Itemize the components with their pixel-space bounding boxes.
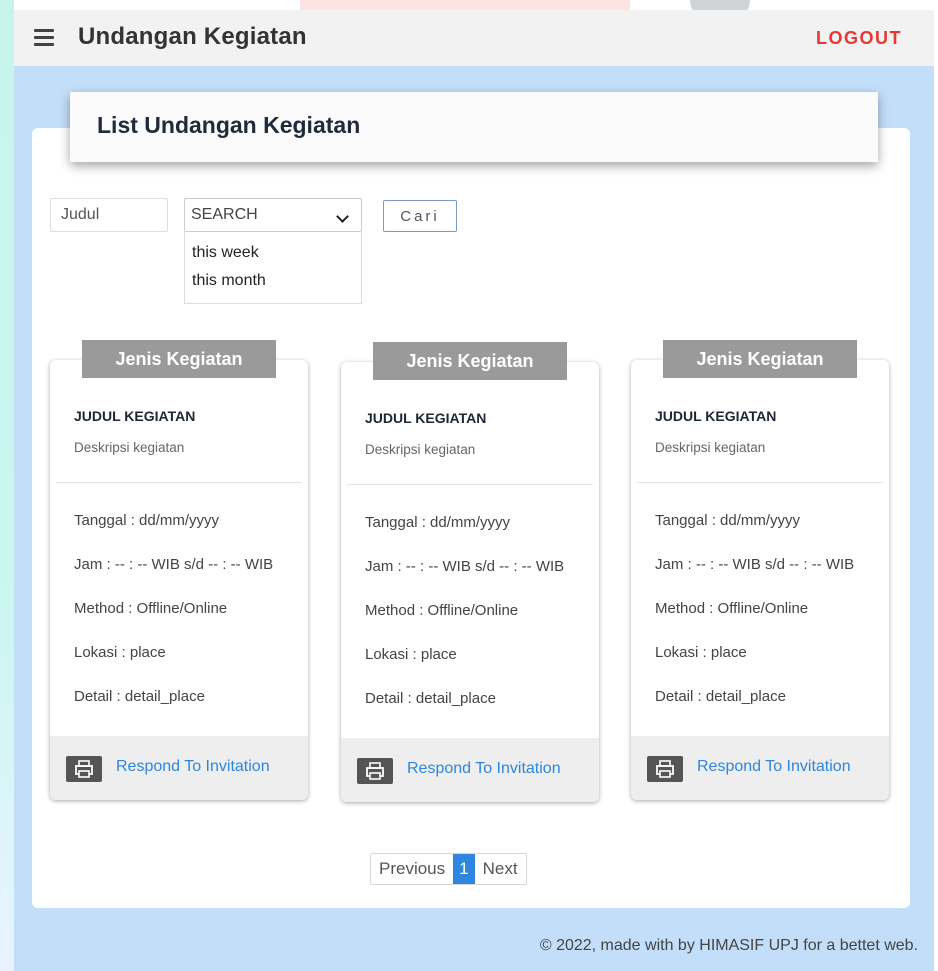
respond-invitation-link[interactable]: Respond To Invitation [697, 758, 851, 776]
event-method: Method : Offline/Online [655, 600, 809, 617]
event-description: Deskripsi kegiatan [655, 440, 766, 455]
event-method: Method : Offline/Online [74, 600, 228, 617]
page-title: List Undangan Kegiatan [97, 112, 361, 138]
select-dropdown-list: this week this month [184, 232, 362, 304]
card-divider [637, 482, 883, 483]
event-location: Lokasi : place [74, 644, 166, 661]
event-title: JUDUL KEGIATAN [365, 410, 487, 426]
print-icon[interactable] [66, 756, 102, 782]
app-title: Undangan Kegiatan [78, 23, 307, 50]
chevron-down-icon [336, 210, 349, 223]
respond-invitation-link[interactable]: Respond To Invitation [116, 758, 270, 776]
event-time: Jam : -- : -- WIB s/d -- : -- WIB [74, 556, 274, 573]
event-time: Jam : -- : -- WIB s/d -- : -- WIB [655, 556, 855, 573]
print-icon[interactable] [357, 758, 393, 784]
footer-credit: © 2022, made with by HIMASIF UPJ for a b… [539, 937, 918, 954]
respond-invitation-link[interactable]: Respond To Invitation [407, 760, 561, 778]
search-button[interactable]: Cari [383, 200, 457, 232]
event-description: Deskripsi kegiatan [365, 442, 476, 457]
print-icon[interactable] [647, 756, 683, 782]
event-card: Jenis Kegiatan JUDUL KEGIATAN Deskripsi … [341, 342, 599, 802]
event-detail: Detail : detail_place [74, 688, 205, 705]
option-this-week[interactable]: this week [192, 244, 259, 262]
card-footer: Respond To Invitation [341, 738, 599, 802]
option-this-month[interactable]: this month [192, 272, 266, 290]
logout-button[interactable]: LOGOUT [816, 28, 902, 49]
hamburger-menu-icon[interactable] [34, 29, 54, 46]
event-date: Tanggal : dd/mm/yyyy [74, 512, 220, 529]
event-detail: Detail : detail_place [655, 688, 786, 705]
pagination: Previous 1 Next [370, 853, 527, 885]
event-location: Lokasi : place [655, 644, 747, 661]
event-location: Lokasi : place [365, 646, 457, 663]
event-date: Tanggal : dd/mm/yyyy [655, 512, 801, 529]
event-date: Tanggal : dd/mm/yyyy [365, 514, 511, 531]
pagination-next[interactable]: Next [475, 854, 526, 884]
app-container: Undangan Kegiatan LOGOUT List Undangan K… [14, 10, 934, 971]
page-heading-card: List Undangan Kegiatan [70, 92, 878, 162]
event-type-badge: Jenis Kegiatan [82, 340, 276, 378]
pagination-page-1[interactable]: 1 [453, 854, 475, 884]
top-navbar: Undangan Kegiatan LOGOUT [14, 10, 934, 66]
event-title: JUDUL KEGIATAN [74, 408, 196, 424]
event-method: Method : Offline/Online [365, 602, 519, 619]
event-time: Jam : -- : -- WIB s/d -- : -- WIB [365, 558, 565, 575]
event-type-badge: Jenis Kegiatan [663, 340, 857, 378]
card-divider [347, 484, 593, 485]
search-period-select[interactable]: SEARCH [184, 198, 362, 232]
event-card: Jenis Kegiatan JUDUL KEGIATAN Deskripsi … [50, 340, 308, 800]
select-current-value: SEARCH [191, 206, 258, 223]
judul-input[interactable] [50, 198, 168, 232]
background-shape-left [0, 0, 14, 971]
event-card: Jenis Kegiatan JUDUL KEGIATAN Deskripsi … [631, 340, 889, 800]
event-description: Deskripsi kegiatan [74, 440, 185, 455]
card-divider [56, 482, 302, 483]
event-title: JUDUL KEGIATAN [655, 408, 777, 424]
card-footer: Respond To Invitation [631, 736, 889, 800]
card-footer: Respond To Invitation [50, 736, 308, 800]
pagination-previous[interactable]: Previous [371, 854, 453, 884]
event-detail: Detail : detail_place [365, 690, 496, 707]
event-type-badge: Jenis Kegiatan [373, 342, 567, 380]
